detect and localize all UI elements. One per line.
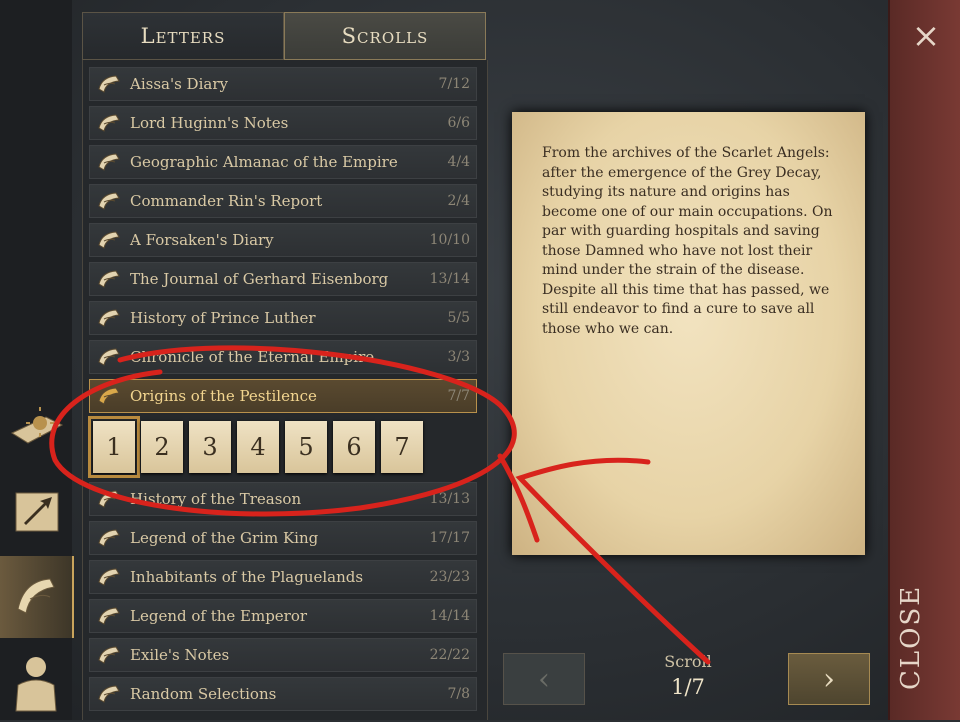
scroll-progress-count: 14/14 xyxy=(429,608,470,624)
scroll-title: Geographic Almanac of the Empire xyxy=(130,153,398,171)
chevron-right-icon: › xyxy=(823,661,835,697)
scroll-icon xyxy=(94,265,124,293)
scroll-list-item[interactable]: Legend of the Emperor 14/14 xyxy=(89,599,477,633)
scroll-icon xyxy=(94,109,124,137)
scroll-icon xyxy=(94,680,124,708)
scroll-progress-count: 7/8 xyxy=(447,686,470,702)
scroll-title: Aissa's Diary xyxy=(130,75,228,93)
scroll-icon xyxy=(94,304,124,332)
scroll-title: Legend of the Grim King xyxy=(130,529,319,547)
scroll-title: Commander Rin's Report xyxy=(130,192,323,210)
scroll-icon xyxy=(94,641,124,669)
close-label[interactable]: CLOSE xyxy=(896,585,926,690)
scroll-icon xyxy=(94,70,124,98)
scroll-list-item[interactable]: A Forsaken's Diary 10/10 xyxy=(89,223,477,257)
scroll-text: From the archives of the Scarlet Angels:… xyxy=(542,145,833,337)
scroll-progress-count: 23/23 xyxy=(429,569,470,585)
next-page-button[interactable]: › xyxy=(788,653,870,705)
scroll-label: Scroll xyxy=(664,652,712,671)
scroll-icon xyxy=(94,226,124,254)
page-tile[interactable]: 7 xyxy=(381,421,423,473)
side-rail xyxy=(0,0,74,722)
scroll-title: Origins of the Pestilence xyxy=(130,387,317,405)
scroll-icon xyxy=(94,187,124,215)
scroll-icon xyxy=(94,148,124,176)
prev-page-button[interactable]: ‹ xyxy=(503,653,585,705)
scroll-icon xyxy=(94,343,124,371)
page-tile[interactable]: 1 xyxy=(88,416,140,478)
scroll-progress-count: 22/22 xyxy=(429,647,470,663)
scroll-list-item[interactable]: Aissa's Diary 7/12 xyxy=(89,67,477,101)
page-tile[interactable]: 6 xyxy=(333,421,375,473)
scroll-list-item[interactable]: Exile's Notes 22/22 xyxy=(89,638,477,672)
scroll-icon xyxy=(94,602,124,630)
scroll-progress-count: 5/5 xyxy=(447,310,470,326)
scroll-list-item[interactable]: Lord Huginn's Notes 6/6 xyxy=(89,106,477,140)
scroll-title: Exile's Notes xyxy=(130,646,230,664)
scroll-title: History of the Treason xyxy=(130,490,302,508)
scroll-quill-icon[interactable] xyxy=(0,556,74,638)
map-arrow-icon[interactable] xyxy=(0,470,72,552)
scroll-icon xyxy=(94,563,124,591)
scroll-list-item[interactable]: The Journal of Gerhard Eisenborg 13/14 xyxy=(89,262,477,296)
scroll-progress-count: 10/10 xyxy=(429,232,470,248)
scroll-title: History of Prince Luther xyxy=(130,309,316,327)
scroll-list-item[interactable]: Origins of the Pestilence 7/7 xyxy=(89,379,477,413)
scroll-progress-count: 13/14 xyxy=(429,271,470,287)
page-tile[interactable]: 3 xyxy=(189,421,231,473)
scroll-progress-count: 2/4 xyxy=(447,193,470,209)
tab-scrolls[interactable]: Scrolls xyxy=(284,12,486,60)
page-tile[interactable]: 5 xyxy=(285,421,327,473)
scroll-progress-count: 7/12 xyxy=(438,76,470,92)
sun-book-icon[interactable] xyxy=(0,382,72,464)
scroll-icon xyxy=(94,524,124,552)
scroll-list-item[interactable]: Random Selections 7/8 xyxy=(89,677,477,711)
page-selector: 1234567 xyxy=(88,416,481,479)
scroll-page-number: 1/7 xyxy=(671,675,705,699)
scroll-list-item[interactable]: Commander Rin's Report 2/4 xyxy=(89,184,477,218)
scroll-icon xyxy=(94,485,124,513)
chevron-left-icon: ‹ xyxy=(538,661,550,697)
scroll-icon xyxy=(94,382,124,410)
scroll-list-item[interactable]: Chronicle of the Eternal Empire 3/3 xyxy=(89,340,477,374)
scroll-title: Lord Huginn's Notes xyxy=(130,114,289,132)
scroll-title: Random Selections xyxy=(130,685,277,703)
page-tile[interactable]: 2 xyxy=(141,421,183,473)
scroll-list-item[interactable]: Legend of the Grim King 17/17 xyxy=(89,521,477,555)
scroll-progress-count: 17/17 xyxy=(429,530,470,546)
scroll-progress-count: 3/3 xyxy=(447,349,470,365)
scroll-list-item[interactable]: History of Prince Luther 5/5 xyxy=(89,301,477,335)
close-icon[interactable]: × xyxy=(908,18,944,54)
scroll-title: Legend of the Emperor xyxy=(130,607,308,625)
page-tile[interactable]: 4 xyxy=(237,421,279,473)
scroll-list-item[interactable]: Geographic Almanac of the Empire 4/4 xyxy=(89,145,477,179)
scroll-progress-count: 6/6 xyxy=(447,115,470,131)
tab-letters[interactable]: Letters xyxy=(82,12,284,60)
scroll-list-item[interactable]: History of the Treason 13/13 xyxy=(89,482,477,516)
scroll-list-item[interactable]: Inhabitants of the Plaguelands 23/23 xyxy=(89,560,477,594)
hero-bust-icon[interactable] xyxy=(0,640,72,722)
scroll-title: Inhabitants of the Plaguelands xyxy=(130,568,364,586)
scroll-progress-count: 7/7 xyxy=(447,388,470,404)
scroll-title: The Journal of Gerhard Eisenborg xyxy=(130,270,389,288)
tab-bar: Letters Scrolls xyxy=(82,12,486,60)
scroll-progress-count: 13/13 xyxy=(429,491,470,507)
scroll-progress-count: 4/4 xyxy=(447,154,470,170)
scroll-title: Chronicle of the Eternal Empire xyxy=(130,348,375,366)
scroll-title: A Forsaken's Diary xyxy=(130,231,274,249)
